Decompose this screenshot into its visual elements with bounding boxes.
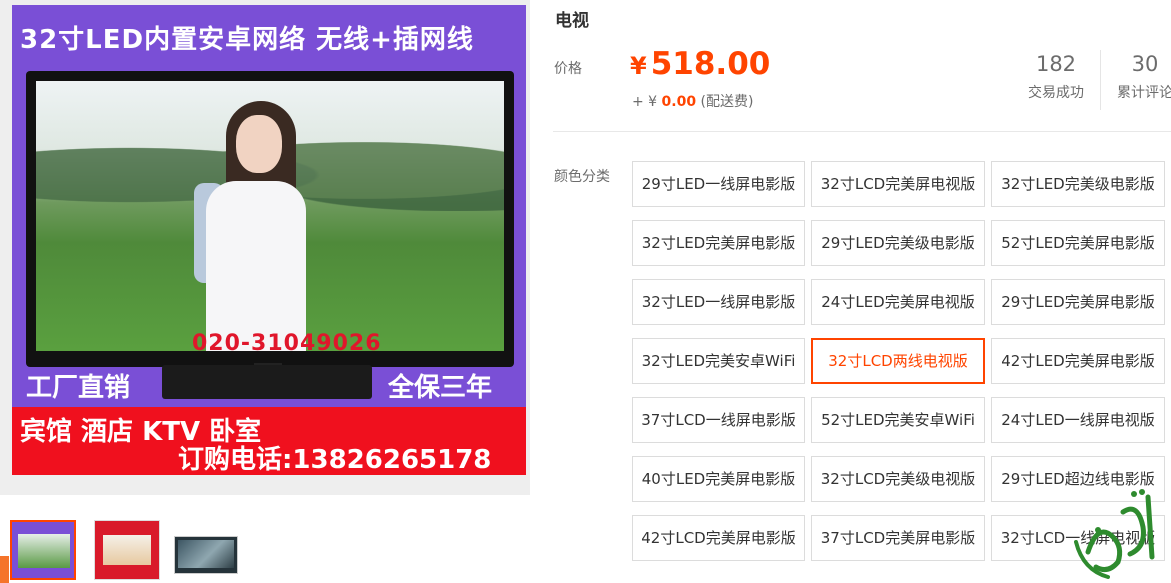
promo-factory-direct: 工厂直销 [26, 373, 131, 403]
promo-order-phone: 订购电话:13826265178 [178, 445, 492, 475]
shipping-prefix: + ¥ [632, 94, 662, 110]
price-value: ¥518.00 [630, 46, 770, 82]
tv-stand [162, 365, 372, 399]
stat-reviews[interactable]: 30 累计评论 [1110, 52, 1171, 102]
color-option[interactable]: 32寸LED完美屏电影版 [632, 220, 805, 266]
color-option[interactable]: 29寸LED完美级电影版 [811, 220, 985, 266]
color-option[interactable]: 52寸LED完美安卓WiFi [811, 397, 985, 443]
color-option[interactable]: 32寸LCD完美屏电视版 [811, 161, 985, 207]
section-divider [553, 131, 1171, 132]
thumbnail-3[interactable] [174, 536, 238, 574]
price-label: 价格 [554, 61, 582, 77]
color-option[interactable]: 32寸LED一线屏电影版 [632, 279, 805, 325]
woman-figure [186, 101, 326, 351]
shipping-note: (配送费) [700, 94, 754, 110]
color-option[interactable]: 42寸LED完美屏电影版 [991, 338, 1165, 384]
promo-phone-number: 020-31049026 [192, 331, 382, 351]
price-amount: 518.00 [650, 46, 771, 82]
shipping-info: + ¥ 0.00 (配送费) [632, 91, 753, 111]
color-option[interactable]: 29寸LED一线屏电影版 [632, 161, 805, 207]
color-option[interactable]: 24寸LED完美屏电视版 [811, 279, 985, 325]
color-option[interactable]: 32寸LCD两线电视版 [811, 338, 985, 384]
color-option[interactable]: 32寸LED完美级电影版 [991, 161, 1165, 207]
shipping-fee: 0.00 [661, 94, 697, 110]
stat-transactions-label: 交易成功 [1028, 85, 1084, 101]
promo-warranty: 全保三年 [388, 373, 493, 403]
color-option[interactable]: 37寸LCD一线屏电影版 [632, 397, 805, 443]
thumbnail-1[interactable] [10, 520, 76, 580]
color-option[interactable]: 32寸LCD完美级电视版 [811, 456, 985, 502]
stat-reviews-label: 累计评论 [1117, 85, 1171, 101]
side-tab[interactable] [0, 556, 9, 583]
color-option[interactable]: 40寸LED完美屏电影版 [632, 456, 805, 502]
color-option[interactable]: 24寸LED一线屏电视版 [991, 397, 1165, 443]
color-option[interactable]: 42寸LCD完美屏电影版 [632, 515, 805, 561]
stats-divider [1100, 50, 1101, 110]
stat-transactions[interactable]: 182 交易成功 [1020, 52, 1092, 102]
color-option[interactable]: 52寸LED完美屏电影版 [991, 220, 1165, 266]
color-option[interactable]: 29寸LED完美屏电影版 [991, 279, 1165, 325]
color-option[interactable]: 32寸LED完美安卓WiFi [632, 338, 805, 384]
main-product-image[interactable]: 32寸LED内置安卓网络 无线+插网线 020-31049026 工厂直销 全保… [0, 0, 530, 495]
stat-transactions-value: 182 [1035, 52, 1077, 76]
thumbnail-2[interactable] [94, 520, 160, 580]
promo-headline: 32寸LED内置安卓网络 无线+插网线 [20, 25, 474, 55]
tv-screen-photo: 020-31049026 [36, 81, 504, 351]
color-category-label: 颜色分类 [554, 169, 610, 185]
promo-contact-band: 宾馆 酒店 KTV 卧室 订购电话:13826265178 [12, 407, 526, 475]
watermark-logo-icon [1074, 489, 1155, 579]
product-title: 电视 [555, 11, 589, 31]
color-option[interactable]: 37寸LCD完美屏电影版 [811, 515, 985, 561]
tv-illustration: 020-31049026 [26, 71, 514, 367]
currency-symbol: ¥ [630, 52, 647, 80]
promo-banner: 32寸LED内置安卓网络 无线+插网线 020-31049026 工厂直销 全保… [12, 5, 526, 475]
stat-reviews-value: 30 [1131, 52, 1159, 76]
